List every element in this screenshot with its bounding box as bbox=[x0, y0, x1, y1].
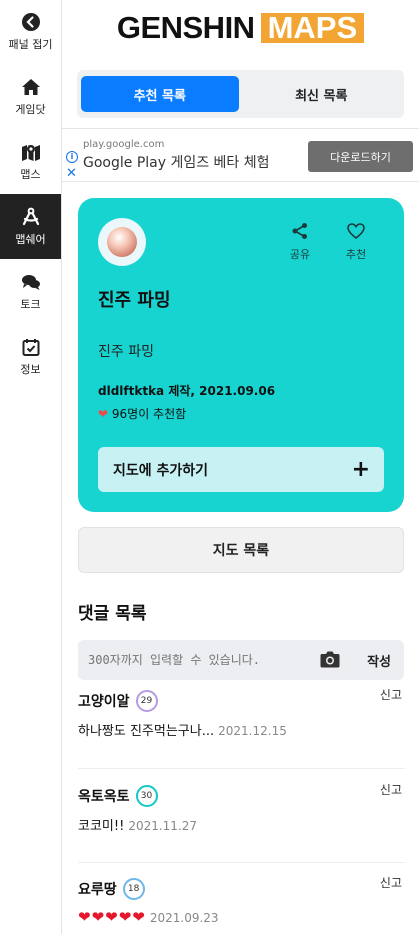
share-map-icon bbox=[22, 207, 39, 225]
comment-input[interactable] bbox=[78, 640, 308, 680]
share-button[interactable]: 공유 bbox=[280, 222, 320, 262]
chat-bubbles-icon bbox=[21, 274, 40, 290]
comment-user[interactable]: 고양이알 bbox=[78, 691, 130, 711]
recommend-label: 추천 bbox=[345, 248, 367, 261]
add-to-map-label: 지도에 추가하기 bbox=[113, 462, 209, 479]
ad-url: play.google.com bbox=[83, 139, 165, 150]
report-button[interactable]: 신고 bbox=[380, 686, 402, 703]
site-logo[interactable]: GENSHIN MAPS bbox=[62, 0, 419, 56]
calendar-check-icon bbox=[22, 338, 39, 356]
heart-icon: ❤ bbox=[98, 407, 109, 421]
comment-date: 2021.11.27 bbox=[128, 819, 198, 833]
logo-word-maps: MAPS bbox=[260, 12, 365, 43]
sidebar-item-collapse[interactable]: 패널 접기 bbox=[0, 0, 61, 64]
list-tabs: 추천 목록 최신 목록 bbox=[77, 70, 404, 118]
logo-word-genshin: GENSHIN bbox=[116, 10, 255, 45]
share-icon bbox=[292, 223, 307, 239]
sidebar: 패널 접기 게임닷 맵스 맵쉐어 토크 정보 bbox=[0, 0, 62, 934]
comment-user[interactable]: 옥토옥토 bbox=[78, 786, 130, 806]
pearl-icon bbox=[107, 227, 137, 257]
user-level-badge: 30 bbox=[135, 785, 158, 807]
comment-item: 옥토옥토 30 신고 코코미!! 2021.11.27 bbox=[78, 783, 405, 834]
chevron-left-circle-icon bbox=[21, 13, 40, 31]
user-level-badge: 29 bbox=[135, 690, 158, 712]
sidebar-item-label: 토크 bbox=[20, 297, 41, 311]
divider bbox=[78, 862, 405, 863]
sidebar-item-label: 게임닷 bbox=[15, 102, 46, 116]
report-button[interactable]: 신고 bbox=[380, 874, 402, 891]
map-list-button[interactable]: 지도 목록 bbox=[78, 527, 404, 573]
sidebar-item-talk[interactable]: 토크 bbox=[0, 259, 61, 324]
map-name: 진주 파밍 bbox=[98, 290, 171, 311]
likes-text: 96명이 추천함 bbox=[111, 407, 187, 421]
map-likes: ❤ 96명이 추천함 bbox=[98, 405, 186, 422]
map-pin-icon bbox=[21, 144, 40, 161]
comment-date: 2021.09.23 bbox=[149, 911, 219, 925]
ad-title[interactable]: Google Play 게임즈 베타 체험 bbox=[83, 152, 270, 172]
recommend-button[interactable]: 추천 bbox=[336, 222, 376, 262]
comment-text: 코코미!! bbox=[78, 819, 125, 834]
comment-date: 2021.12.15 bbox=[218, 724, 287, 738]
ad-banner[interactable]: i ✕ play.google.com Google Play 게임즈 베타 체… bbox=[62, 128, 419, 182]
share-label: 공유 bbox=[289, 248, 311, 261]
comment-user[interactable]: 요루땅 bbox=[78, 879, 117, 899]
map-avatar bbox=[98, 218, 146, 266]
sidebar-item-label: 맵쉐어 bbox=[15, 232, 46, 246]
heart-outline-icon bbox=[347, 223, 365, 240]
sidebar-item-label: 정보 bbox=[20, 362, 41, 376]
add-to-map-button[interactable]: 지도에 추가하기 + bbox=[98, 447, 384, 492]
tab-latest[interactable]: 최신 목록 bbox=[243, 76, 401, 112]
home-icon bbox=[21, 78, 40, 95]
ad-close-icon[interactable]: ✕ bbox=[66, 166, 77, 181]
report-button[interactable]: 신고 bbox=[380, 781, 402, 798]
sidebar-item-mapshare[interactable]: 맵쉐어 bbox=[0, 194, 61, 259]
comment-input-bar: 작성 bbox=[78, 640, 404, 680]
sidebar-item-label: 맵스 bbox=[20, 167, 41, 181]
map-card: 공유 추천 진주 파밍 진주 파밍 dldlftktka 제작, 2021.09… bbox=[78, 198, 404, 512]
sidebar-item-maps[interactable]: 맵스 bbox=[0, 129, 61, 194]
comment-text: ❤❤❤❤❤ bbox=[78, 908, 146, 926]
user-level-badge: 18 bbox=[122, 878, 145, 900]
comment-text: 하나짱도 진주먹는구나... bbox=[78, 724, 215, 739]
sidebar-item-info[interactable]: 정보 bbox=[0, 324, 61, 389]
sidebar-item-gamedot[interactable]: 게임닷 bbox=[0, 64, 61, 129]
map-meta: dldlftktka 제작, 2021.09.06 bbox=[98, 384, 276, 398]
plus-icon: + bbox=[351, 456, 370, 482]
ad-info-icon[interactable]: i bbox=[66, 151, 78, 163]
comment-item: 고양이알 29 신고 하나짱도 진주먹는구나... 2021.12.15 bbox=[78, 688, 405, 739]
post-comment-button[interactable]: 작성 bbox=[367, 651, 391, 670]
comments-title: 댓글 목록 bbox=[78, 604, 147, 624]
tab-recommended[interactable]: 추천 목록 bbox=[81, 76, 239, 112]
divider bbox=[78, 768, 405, 769]
comment-item: 요루땅 18 신고 ❤❤❤❤❤ 2021.09.23 bbox=[78, 876, 405, 926]
ad-download-button[interactable]: 다운로드하기 bbox=[308, 141, 413, 172]
camera-icon[interactable] bbox=[320, 650, 340, 668]
sidebar-item-label: 패널 접기 bbox=[8, 38, 53, 51]
map-description: 진주 파밍 bbox=[98, 344, 154, 360]
